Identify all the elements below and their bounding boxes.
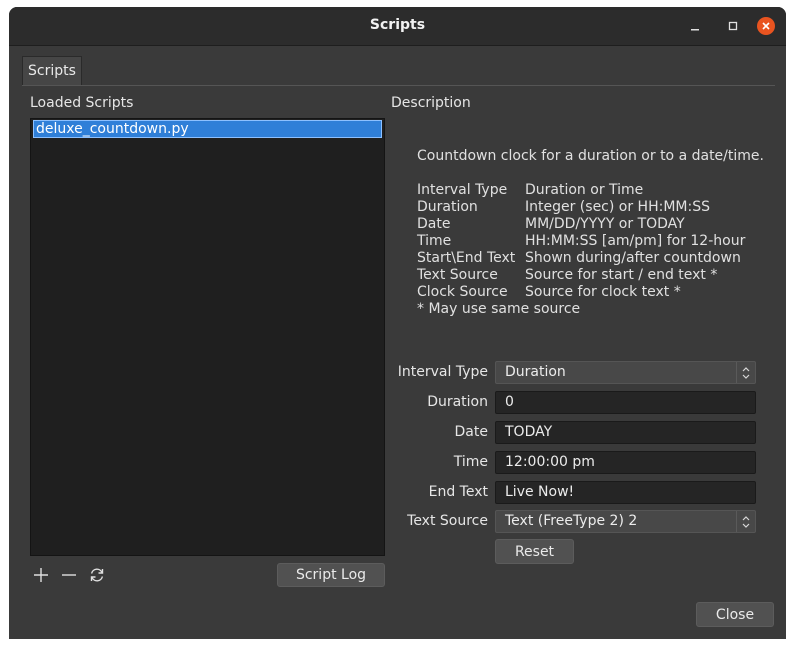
window-close-button[interactable]	[757, 17, 775, 35]
remove-icon	[62, 574, 76, 576]
description-row: Interval Type Duration or Time	[417, 182, 764, 199]
reset-button[interactable]: Reset	[495, 539, 574, 564]
scripts-window: Scripts Scripts Loaded Scripts deluxe_co…	[9, 7, 786, 639]
minimize-icon	[691, 29, 699, 31]
description-value: Shown during/after countdown	[525, 250, 741, 266]
interval-type-label: Interval Type	[397, 364, 488, 380]
description-value: Integer (sec) or HH:MM:SS	[525, 199, 710, 215]
description-text: Countdown clock for a duration or to a d…	[417, 148, 764, 318]
description-key: Interval Type	[417, 182, 508, 198]
loaded-scripts-list[interactable]: deluxe_countdown.py	[30, 118, 385, 556]
close-button[interactable]: Close	[696, 602, 774, 627]
duration-label: Duration	[427, 394, 488, 410]
remove-script-button[interactable]	[59, 565, 79, 585]
description-value: Source for start / end text *	[525, 267, 718, 283]
description-key: Time	[417, 233, 452, 249]
description-value: Duration or Time	[525, 182, 644, 198]
description-row: Date MM/DD/YYYY or TODAY	[417, 216, 764, 233]
tab-divider	[22, 85, 775, 86]
description-row: Duration Integer (sec) or HH:MM:SS	[417, 199, 764, 216]
tab-scripts[interactable]: Scripts	[22, 56, 82, 85]
loaded-scripts-heading: Loaded Scripts	[30, 95, 134, 111]
text-source-label: Text Source	[407, 513, 488, 529]
description-row: Start\End Text Shown during/after countdo…	[417, 250, 764, 267]
title-bar[interactable]: Scripts	[9, 7, 786, 46]
text-source-select[interactable]: Text (FreeType 2) 2	[495, 510, 756, 533]
time-field[interactable]: 12:00:00 pm	[495, 451, 756, 474]
description-key: Start\End Text	[417, 250, 516, 266]
description-summary: Countdown clock for a duration or to a d…	[417, 148, 764, 164]
close-icon	[762, 22, 770, 30]
add-icon	[34, 568, 48, 582]
description-row: Time HH:MM:SS [am/pm] for 12-hour	[417, 233, 764, 250]
description-heading: Description	[391, 95, 471, 111]
minimize-button[interactable]	[685, 16, 705, 36]
end-text-label: End Text	[428, 484, 488, 500]
maximize-button[interactable]	[723, 16, 743, 36]
duration-field[interactable]: 0	[495, 391, 756, 414]
description-key: Duration	[417, 199, 478, 215]
date-field[interactable]: TODAY	[495, 421, 756, 444]
add-script-button[interactable]	[31, 565, 51, 585]
updown-chevron-icon	[736, 362, 755, 383]
description-value: Source for clock text *	[525, 284, 681, 300]
list-item[interactable]: deluxe_countdown.py	[33, 120, 382, 138]
description-value: HH:MM:SS [am/pm] for 12-hour	[525, 233, 746, 249]
description-row: Text Source Source for start / end text *	[417, 267, 764, 284]
maximize-icon	[728, 21, 738, 31]
reload-icon	[90, 568, 104, 582]
interval-type-value: Duration	[505, 364, 566, 380]
description-footnote: * May use same source	[417, 301, 581, 317]
description-value: MM/DD/YYYY or TODAY	[525, 216, 685, 232]
date-label: Date	[454, 424, 488, 440]
window-title: Scripts	[369, 17, 426, 33]
end-text-field[interactable]: Live Now!	[495, 481, 756, 504]
updown-chevron-icon	[736, 511, 755, 532]
description-key: Clock Source	[417, 284, 508, 300]
time-label: Time	[453, 454, 488, 470]
interval-type-select[interactable]: Duration	[495, 361, 756, 384]
description-key: Text Source	[417, 267, 498, 283]
script-log-button[interactable]: Script Log	[277, 563, 385, 587]
description-key: Date	[417, 216, 451, 232]
reload-script-button[interactable]	[87, 565, 107, 585]
text-source-value: Text (FreeType 2) 2	[505, 513, 638, 529]
description-row: Clock Source Source for clock text *	[417, 284, 764, 301]
